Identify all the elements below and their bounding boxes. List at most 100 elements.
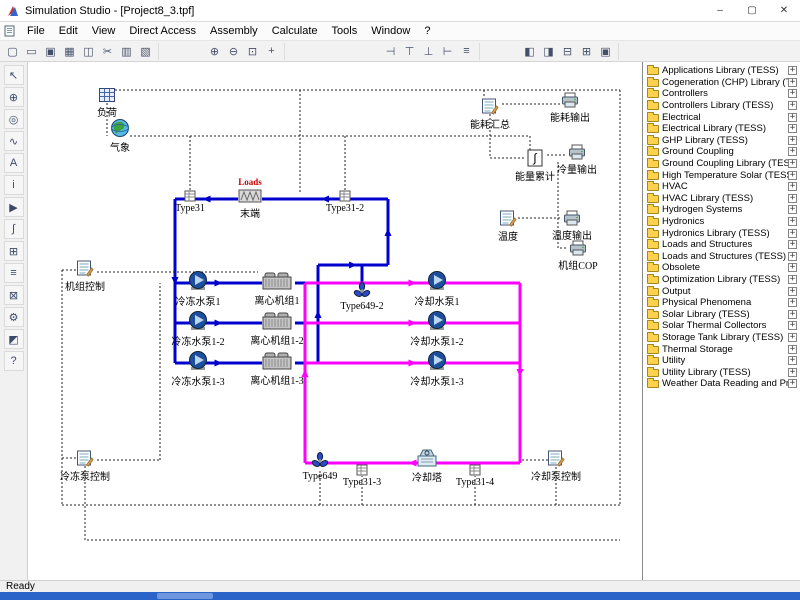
menu-file[interactable]: File [20,24,52,38]
expand-icon[interactable]: + [788,78,797,87]
library-item[interactable]: High Temperature Solar (TESS)+ [643,169,800,181]
expand-icon[interactable]: + [788,333,797,342]
expand-icon[interactable]: + [788,310,797,319]
expand-icon[interactable]: + [788,356,797,365]
settings-tool-icon[interactable]: ⚙ [4,307,24,327]
menu-view[interactable]: View [85,24,123,38]
text-tool-icon[interactable]: A [4,153,24,173]
expand-icon[interactable]: + [788,229,797,238]
taskbar-button[interactable] [157,593,213,599]
library-item[interactable]: Loads and Structures (TESS)+ [643,251,800,263]
align-right-icon[interactable]: ⊢ [439,43,456,60]
distribute-icon[interactable]: ≡ [458,43,475,60]
tile-horizontal-icon[interactable]: ◧ [521,43,538,60]
paste-icon[interactable]: ▧ [137,43,154,60]
document-window-icon[interactable] [4,25,16,37]
expand-icon[interactable]: + [788,113,797,122]
library-item[interactable]: Applications Library (TESS)+ [643,65,800,77]
menu-help[interactable]: ? [417,24,437,38]
library-item[interactable]: HVAC+ [643,181,800,193]
menu-direct-access[interactable]: Direct Access [122,24,203,38]
link-tool-icon[interactable]: ∿ [4,131,24,151]
run-tool-icon[interactable]: ▶ [4,197,24,217]
expand-icon[interactable]: + [788,194,797,203]
expand-icon[interactable]: + [788,379,797,388]
arrange-icon[interactable]: ⊞ [578,43,595,60]
pan-icon[interactable]: + [263,43,280,60]
minimize-button[interactable]: – [704,0,736,21]
zoom-tool-icon[interactable]: ⊕ [4,87,24,107]
expand-icon[interactable]: + [788,345,797,354]
zoom-out-icon[interactable]: ⊖ [225,43,242,60]
print-preview-icon[interactable]: ◫ [80,43,97,60]
plot-tool-icon[interactable]: ∫ [4,219,24,239]
library-item[interactable]: Electrical+ [643,111,800,123]
layers-tool-icon[interactable]: ≡ [4,263,24,283]
lock-tool-icon[interactable]: ⊠ [4,285,24,305]
info-tool-icon[interactable]: i [4,175,24,195]
library-item[interactable]: Weather Data Reading and Process+ [643,378,800,390]
cascade-icon[interactable]: ⊟ [559,43,576,60]
expand-icon[interactable]: + [788,147,797,156]
tile-vertical-icon[interactable]: ◨ [540,43,557,60]
close-button[interactable]: ✕ [768,0,800,21]
expand-icon[interactable]: + [788,217,797,226]
zoom-fit-icon[interactable]: ⊡ [244,43,261,60]
menu-tools[interactable]: Tools [325,24,365,38]
select-tool-icon[interactable]: ↖ [4,65,24,85]
expand-icon[interactable]: + [788,159,797,168]
library-item[interactable]: Utility Library (TESS)+ [643,366,800,378]
print-icon[interactable]: ▦ [61,43,78,60]
library-item[interactable]: Output+ [643,285,800,297]
library-item[interactable]: HVAC Library (TESS)+ [643,193,800,205]
expand-icon[interactable]: + [788,182,797,191]
menu-edit[interactable]: Edit [52,24,85,38]
library-item[interactable]: Electrical Library (TESS)+ [643,123,800,135]
library-item[interactable]: Cogeneration (CHP) Library (TESS)+ [643,77,800,89]
expand-icon[interactable]: + [788,298,797,307]
library-item[interactable]: Physical Phenomena+ [643,297,800,309]
menu-assembly[interactable]: Assembly [203,24,265,38]
library-item[interactable]: Utility+ [643,355,800,367]
project-canvas[interactable]: 负荷气象Type31Loads末端Type31-2能耗汇总能耗输出∫能量累计冷量… [28,62,642,580]
expand-icon[interactable]: + [788,287,797,296]
copy-icon[interactable]: ▥ [118,43,135,60]
expand-icon[interactable]: + [788,263,797,272]
align-left-icon[interactable]: ⊣ [382,43,399,60]
library-item[interactable]: Hydronics+ [643,216,800,228]
zoom-in-icon[interactable]: ⊕ [206,43,223,60]
library-item[interactable]: GHP Library (TESS)+ [643,135,800,147]
expand-icon[interactable]: + [788,275,797,284]
save-icon[interactable]: ▣ [42,43,59,60]
new-icon[interactable]: ▢ [4,43,21,60]
expand-icon[interactable]: + [788,171,797,180]
expand-icon[interactable]: + [788,368,797,377]
library-item[interactable]: Loads and Structures+ [643,239,800,251]
grid-tool-icon[interactable]: ⊞ [4,241,24,261]
library-item[interactable]: Thermal Storage+ [643,343,800,355]
pan-tool-icon[interactable]: ◎ [4,109,24,129]
expand-icon[interactable]: + [788,321,797,330]
expand-icon[interactable]: + [788,124,797,133]
expand-icon[interactable]: + [788,252,797,261]
library-item[interactable]: Controllers Library (TESS)+ [643,100,800,112]
expand-icon[interactable]: + [788,89,797,98]
help-tool-icon[interactable]: ? [4,351,24,371]
expand-icon[interactable]: + [788,205,797,214]
align-bottom-icon[interactable]: ⊥ [420,43,437,60]
expand-icon[interactable]: + [788,240,797,249]
library-item[interactable]: Solar Thermal Collectors+ [643,320,800,332]
options-icon[interactable]: ▣ [597,43,614,60]
library-item[interactable]: Solar Library (TESS)+ [643,308,800,320]
menu-window[interactable]: Window [364,24,417,38]
palette-tool-icon[interactable]: ◩ [4,329,24,349]
library-item[interactable]: Obsolete+ [643,262,800,274]
align-top-icon[interactable]: ⊤ [401,43,418,60]
library-item[interactable]: Ground Coupling Library (TESS)+ [643,158,800,170]
expand-icon[interactable]: + [788,66,797,75]
maximize-button[interactable]: ▢ [736,0,768,21]
library-item[interactable]: Hydrogen Systems+ [643,204,800,216]
library-item[interactable]: Controllers+ [643,88,800,100]
cut-icon[interactable]: ✂ [99,43,116,60]
expand-icon[interactable]: + [788,101,797,110]
